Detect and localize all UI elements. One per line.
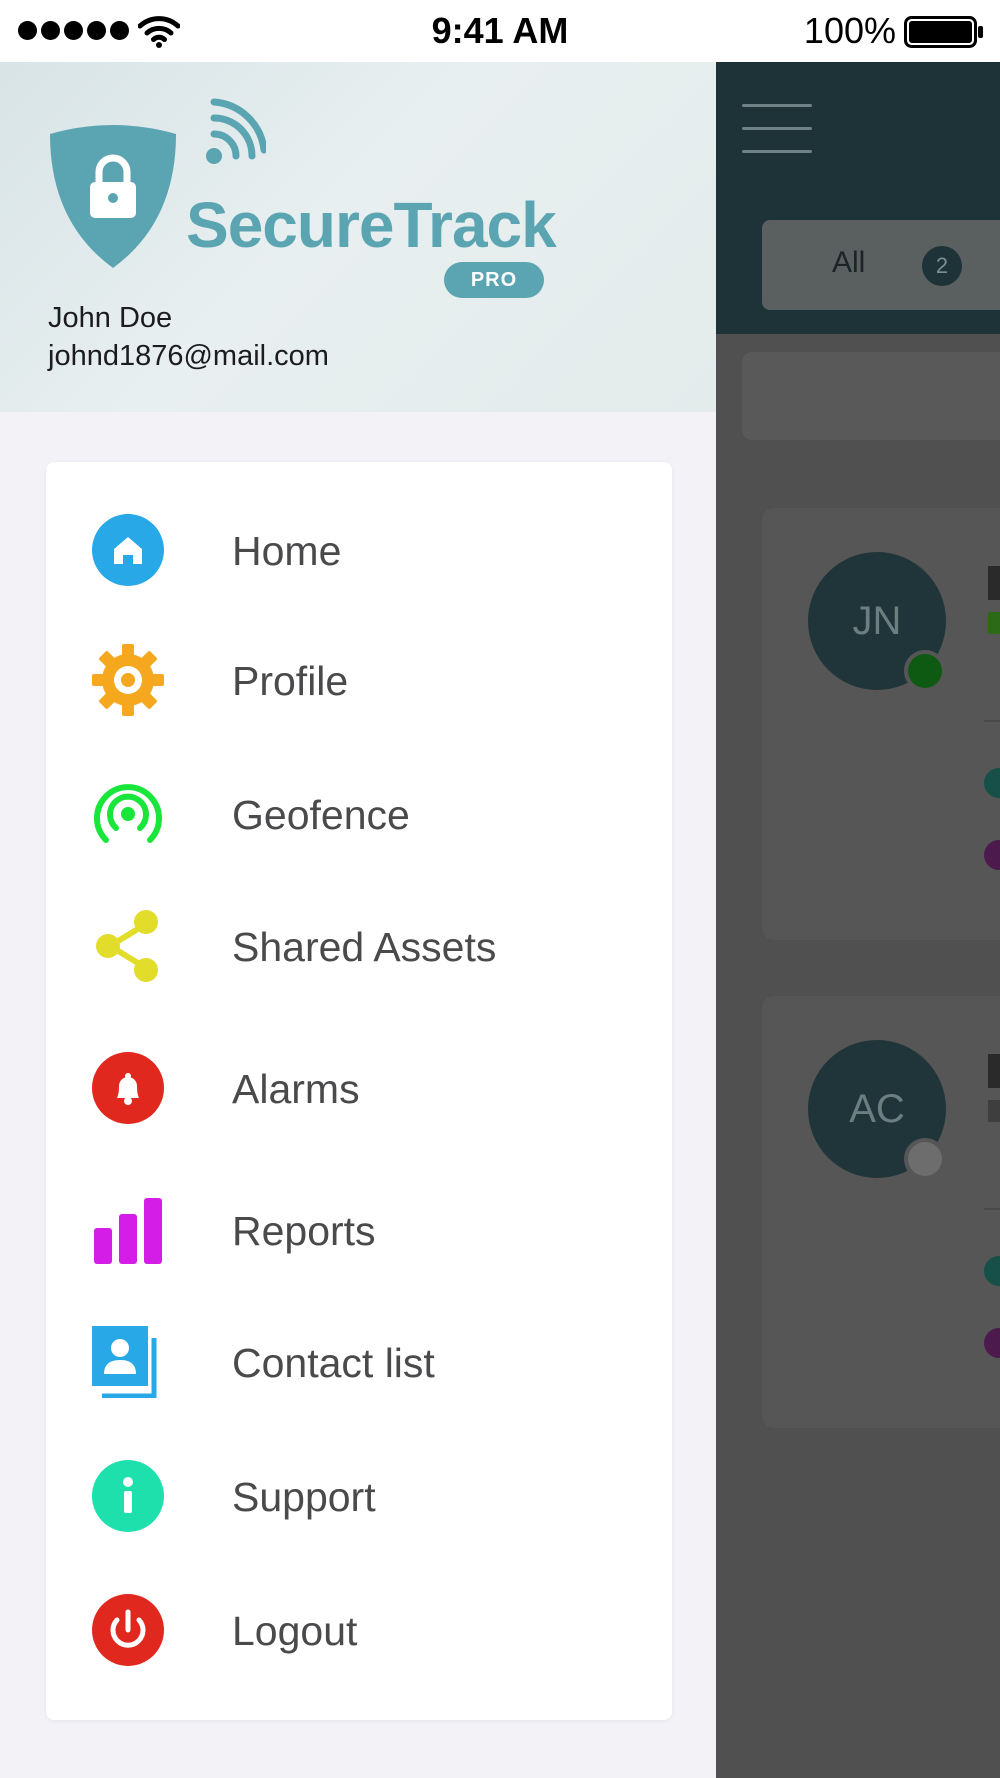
- status-dot: [984, 840, 1000, 870]
- menu-item-geofence[interactable]: Geofence: [46, 758, 672, 868]
- menu-item-contact-list[interactable]: Contact list: [46, 1306, 672, 1416]
- menu-item-profile[interactable]: Profile: [46, 624, 672, 734]
- menu-item-label: Geofence: [232, 792, 410, 838]
- hamburger-menu-icon[interactable]: [742, 104, 812, 156]
- status-dot: [984, 768, 1000, 798]
- user-name: John Doe: [48, 302, 173, 334]
- menu-item-alarms[interactable]: Alarms: [46, 1032, 672, 1142]
- battery-percentage: 100%: [803, 10, 896, 51]
- navigation-drawer: SecureTrack PRO John Doe johnd1876@mail.…: [0, 62, 716, 1778]
- user-email: johnd1876@mail.com: [48, 340, 329, 372]
- background-app-overlay[interactable]: All 2 JN AC: [716, 62, 1000, 1778]
- status-bar: 9:41 AM 100%: [0, 0, 1000, 62]
- drawer-header: SecureTrack PRO John Doe johnd1876@mail.…: [0, 62, 716, 412]
- battery-icon: [904, 16, 983, 48]
- menu-item-home[interactable]: Home: [46, 494, 672, 604]
- gear-icon: [92, 644, 164, 716]
- bar-chart-icon: [94, 1198, 162, 1264]
- app-logo: SecureTrack PRO: [46, 98, 566, 298]
- divider: [984, 1208, 1000, 1210]
- menu-item-label: Alarms: [232, 1066, 360, 1112]
- geofence-icon: [94, 784, 162, 843]
- bell-icon: [92, 1052, 164, 1124]
- menu-item-label: Contact list: [232, 1340, 435, 1386]
- wifi-signal-icon: [206, 98, 266, 164]
- contact-status-partial: [988, 612, 1000, 634]
- contact-name-partial: [988, 566, 1000, 600]
- contact-status-partial: [988, 1100, 1000, 1122]
- tab-all-count-badge: 2: [922, 246, 962, 286]
- menu-item-support[interactable]: Support: [46, 1440, 672, 1550]
- share-icon: [96, 910, 158, 982]
- menu-item-shared-assets[interactable]: Shared Assets: [46, 890, 672, 1000]
- contact-card: AC: [762, 996, 1000, 1428]
- app-name: SecureTrack: [186, 189, 557, 261]
- power-icon: [92, 1594, 164, 1666]
- menu-item-reports[interactable]: Reports: [46, 1174, 672, 1284]
- menu-item-label: Shared Assets: [232, 924, 497, 970]
- divider: [984, 720, 1000, 722]
- background-search-bar: [742, 352, 1000, 440]
- contact-list-icon: [92, 1326, 157, 1398]
- status-dot: [984, 1328, 1000, 1358]
- menu-item-label: Support: [232, 1474, 376, 1520]
- background-app-header: All 2: [716, 62, 1000, 334]
- tab-all[interactable]: All 2: [762, 220, 1000, 310]
- presence-online-indicator: [904, 650, 946, 692]
- menu-list: Home Profile Geofence Shared Assets Alar…: [46, 462, 672, 1720]
- info-icon: [92, 1460, 164, 1532]
- status-dot: [984, 1256, 1000, 1286]
- menu-item-label: Profile: [232, 658, 349, 704]
- menu-item-logout[interactable]: Logout: [46, 1574, 672, 1684]
- pro-badge: PRO: [444, 262, 544, 298]
- menu-item-label: Reports: [232, 1208, 376, 1254]
- tab-all-label: All: [832, 246, 866, 279]
- contact-name-partial: [988, 1054, 1000, 1088]
- home-icon: [92, 514, 164, 586]
- menu-item-label: Logout: [232, 1608, 358, 1654]
- presence-offline-indicator: [904, 1138, 946, 1180]
- menu-item-label: Home: [232, 528, 342, 574]
- contact-card: JN: [762, 508, 1000, 940]
